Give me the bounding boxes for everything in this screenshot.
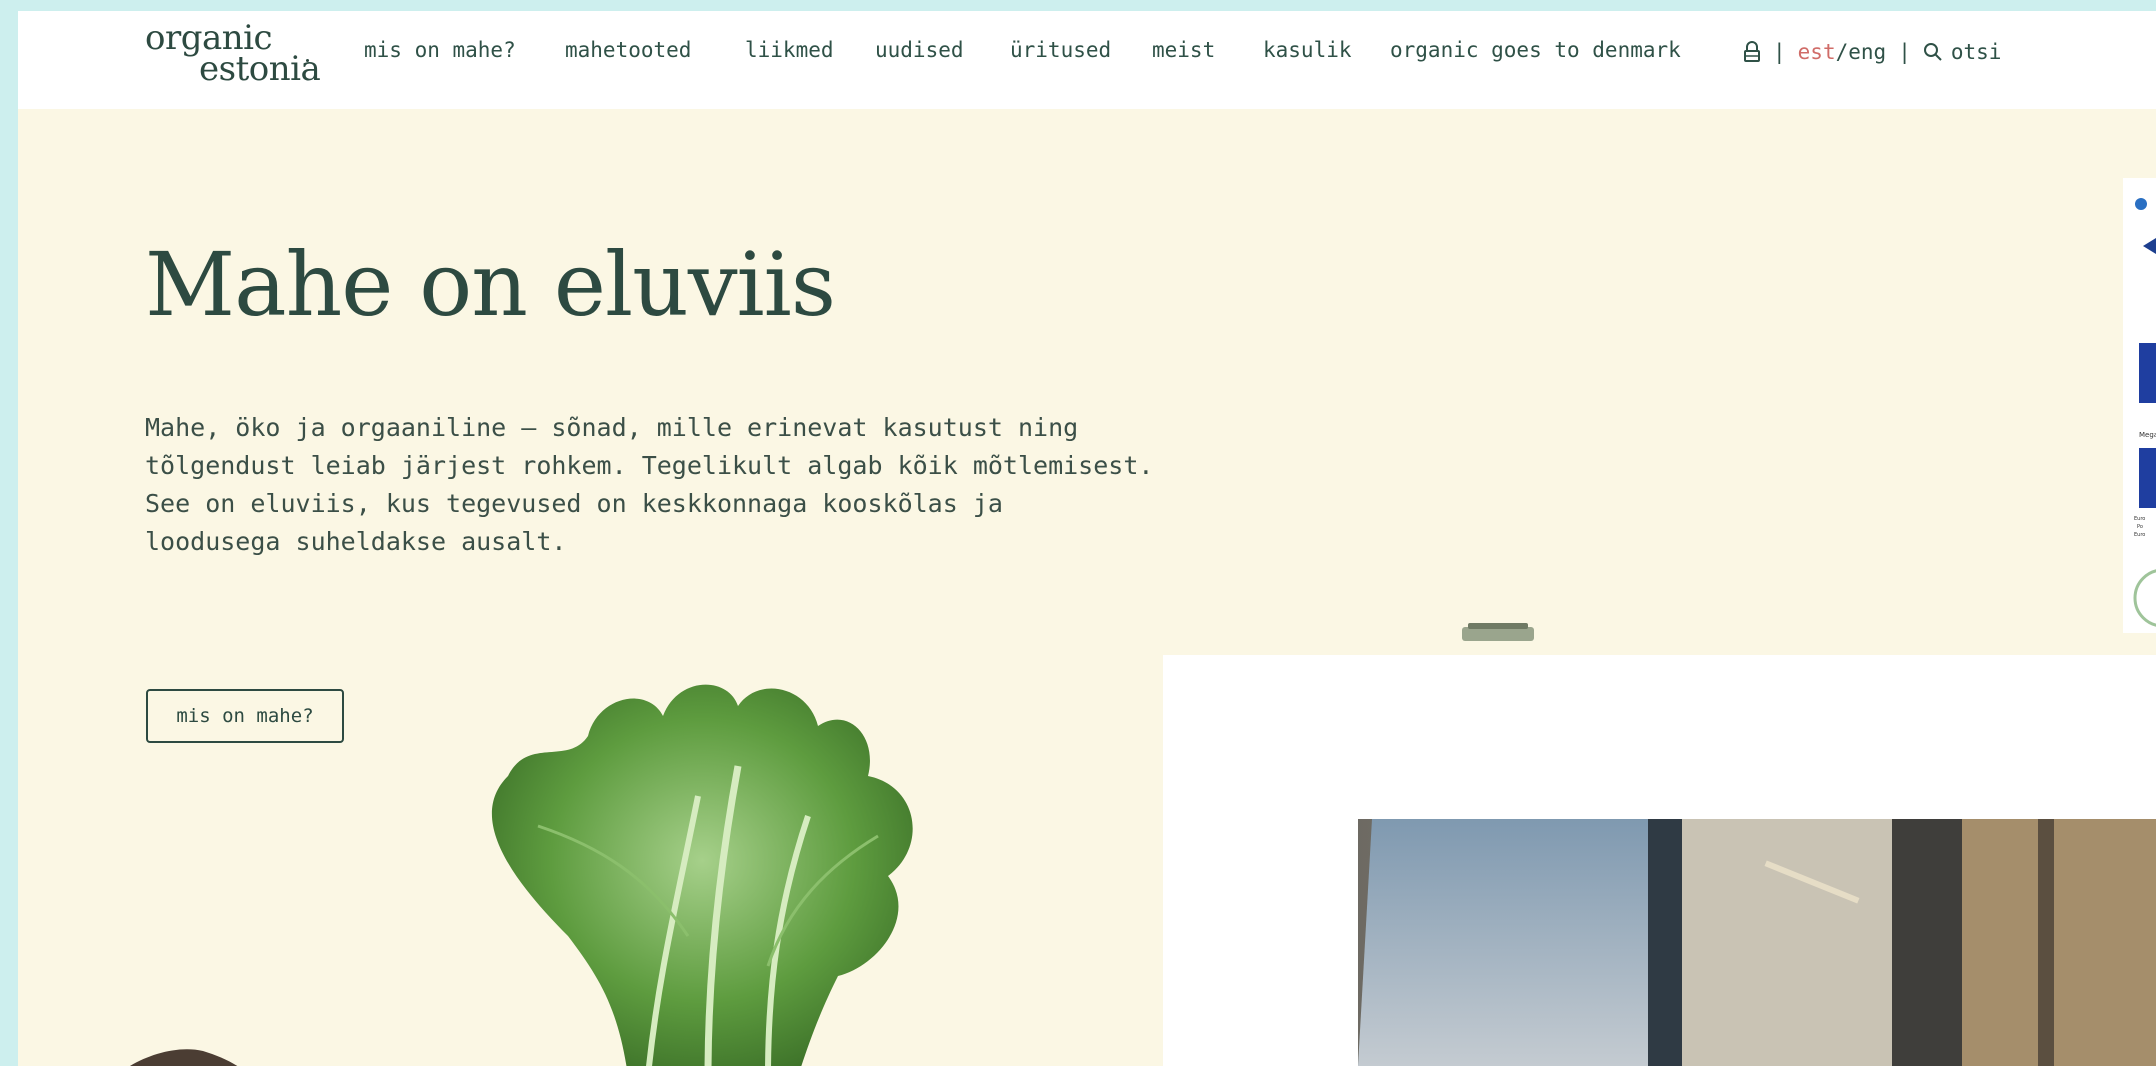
hero-text-line: See on eluviis, kus tegevused on keskkon… [145,489,1003,518]
svg-text:Po: Po [2137,524,2143,530]
lang-eng-link[interactable]: eng [1848,40,1886,64]
search-link[interactable]: otsi [1923,40,2002,64]
hero-intro-text: Mahe, öko ja orgaaniline – sõnad, mille … [145,409,1154,561]
svg-text:Euro: Euro [2134,516,2145,522]
mis-on-mahe-button[interactable]: mis on mahe? [146,689,344,743]
nav-item-liikmed[interactable]: liikmed [745,38,834,62]
nav-item-organic-goes-to-denmark[interactable]: organic goes to denmark [1390,38,1681,62]
hero-text-line: loodusega suheldakse ausalt. [145,527,567,556]
separator: | [1898,40,1911,64]
lock-icon[interactable] [1743,41,1761,63]
hero-title: Mahe on eluviis [145,233,836,336]
interior-photo [1358,819,2156,1066]
page: organic estonia mis on mahe? mahetooted … [18,11,2156,1066]
nav-item-meist[interactable]: meist [1152,38,1215,62]
nav-item-mahetooted[interactable]: mahetooted [565,38,691,62]
svg-text:Euro: Euro [2134,532,2145,538]
nav-item-mis-on-mahe[interactable]: mis on mahe? [364,38,516,62]
lettuce-image [491,684,913,1066]
search-label: otsi [1950,40,2002,64]
search-icon [1923,42,1943,62]
site-header: organic estonia mis on mahe? mahetooted … [18,11,2156,109]
lang-est-link[interactable]: est [1798,40,1836,64]
hero-text-line: tõlgendust leiab järjest rohkem. Tegelik… [145,451,1154,480]
hero-text-line: Mahe, öko ja orgaaniline – sõnad, mille … [145,413,1079,442]
jar-image [1462,623,1534,641]
nav-item-uritused[interactable]: üritused [1010,38,1111,62]
separator: | [1773,40,1786,64]
svg-text:Mega: Mega [2139,431,2156,439]
lang-slash: / [1835,40,1849,64]
nav-item-uudised[interactable]: uudised [875,38,964,62]
header-tools: | est / eng | otsi [1743,37,2001,67]
eu-funding-banner[interactable]: Mega Euro Po Euro [2123,178,2156,633]
soil-image [130,1049,238,1066]
nav-item-kasulik[interactable]: kasulik [1263,38,1352,62]
